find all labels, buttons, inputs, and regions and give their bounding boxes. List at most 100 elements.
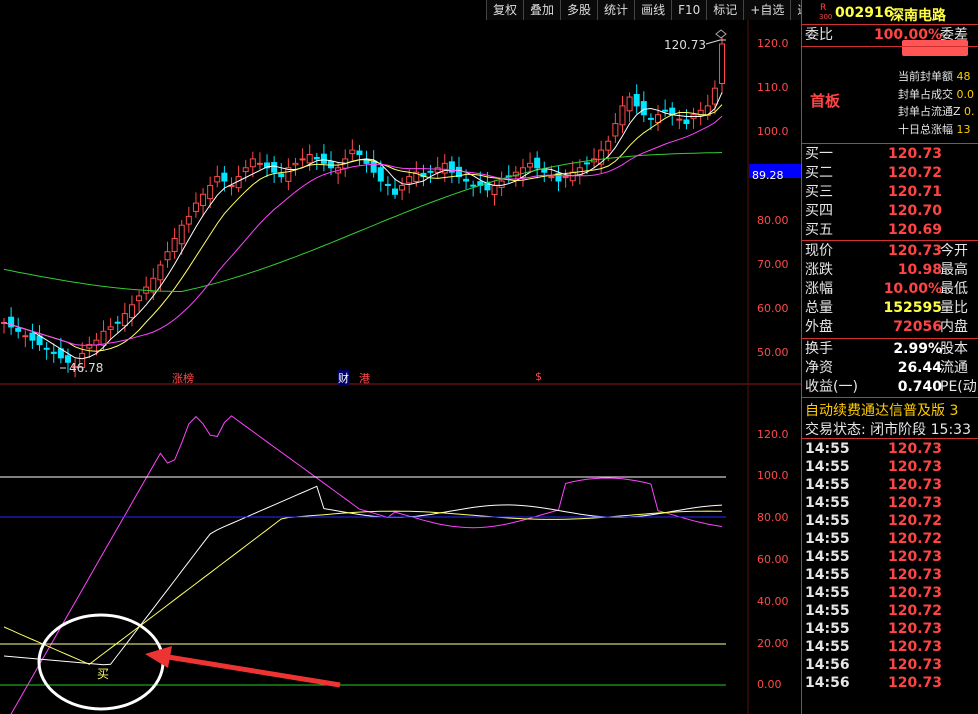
candle-body [128,304,135,318]
add-watchlist-button[interactable]: +自选 [743,0,791,20]
stat-row: 净资 26.44 流通 [805,360,968,376]
candle-body [249,158,256,168]
quote-panel: R 300 002916 深南电路 委比 100.00% 委差 首板 当前封单额… [801,0,978,714]
stock-name: 深南电路 [890,8,946,24]
candle-body [662,109,669,112]
tick-row: 14:55 120.73 [802,584,978,603]
f10-button[interactable]: F10 [671,0,707,20]
candle-body [711,87,718,105]
candle-body [15,327,22,332]
stat-row: 涨幅 10.00% 最低 [805,281,968,297]
tick-price: 120.73 [887,657,942,673]
tick-row: 14:55 120.72 [802,530,978,549]
candle-body [370,160,377,173]
candle-body [569,171,576,182]
tick-price: 120.73 [887,567,942,583]
tick-price: 120.73 [887,477,942,493]
candle-body [114,321,121,324]
candle-body [100,330,107,346]
price-axis-label: 110.0 [757,81,789,94]
candle-body [427,170,434,173]
indicator-axis-label: 120.0 [757,428,789,441]
candle-body [107,326,114,330]
weibi-bar [902,40,968,56]
stat-row: 涨跌 10.98 最高 [805,262,968,278]
high-price-label: 120.73 [664,38,706,52]
candle-body [29,332,36,341]
board-title: 首板 [810,92,841,110]
tick-time: 14:55 [805,639,850,655]
mark-button[interactable]: 标记 [706,0,744,20]
draw-line-button[interactable]: 画线 [634,0,672,20]
fuquan-button[interactable]: 复权 [486,0,524,20]
kline-chart-area[interactable] [0,0,801,714]
stock-code: 002916 [835,5,894,21]
board-item: 当前封单额 48 [898,70,971,83]
annotation-gang[interactable]: 港 [359,370,370,386]
candle-body [377,167,384,182]
tick-row: 14:55 120.72 [802,602,978,621]
candle-body [164,251,171,261]
candle-body [534,157,541,169]
stat-row: 换手 2.99% 股本 [805,341,968,357]
tick-price: 120.72 [887,531,942,547]
candle-body [676,118,683,121]
candle-body [292,162,299,166]
indicator-axis-label: 60.00 [757,553,789,566]
candle-body [349,149,356,155]
r-sub: 300 [819,13,833,21]
candle-body [43,347,50,350]
candle-body [399,184,406,191]
candle-body [121,313,128,327]
indicator-axis-label: 20.00 [757,637,789,650]
tick-time: 14:56 [805,657,850,673]
tick-time: 14:56 [805,675,850,691]
overlay-button[interactable]: 叠加 [523,0,561,20]
stats-button[interactable]: 统计 [597,0,635,20]
candle-body [647,117,654,120]
buy-level-row: 买三 120.71 [805,184,942,200]
buy-level-row: 买四 120.70 [805,203,942,219]
promo-link[interactable]: 自动续费通达信普及版 3 [805,400,958,420]
price-axis-label: 70.00 [757,258,789,271]
candle-body [633,93,640,107]
candle-body [391,188,398,195]
tick-row: 14:55 120.73 [802,476,978,495]
candle-body [150,277,157,293]
buy-level-row: 买五 120.69 [805,222,942,238]
tick-price: 120.73 [887,441,942,457]
trade-status: 交易状态: 闭市阶段 15:33 [805,422,971,438]
stat-row: 现价 120.73 今开 [805,243,968,259]
price-axis-label: 60.00 [757,302,789,315]
tick-row: 14:55 120.73 [802,620,978,639]
buy-level-row: 买二 120.72 [805,165,942,181]
tick-time: 14:55 [805,531,850,547]
candle-body [22,335,29,338]
low-price-label: 46.78 [69,361,104,375]
tick-time: 14:55 [805,459,850,475]
tick-time: 14:55 [805,513,850,529]
toolbar: 复权 叠加 多股 统计 画线 F10 标记 +自选 返回 [486,0,828,20]
candle-body [583,162,590,165]
r-badge: R [820,3,827,13]
candle-body [185,215,192,225]
candle-body [207,184,214,200]
tick-row: 14:55 120.73 [802,638,978,657]
tick-time: 14:55 [805,477,850,493]
candle-body [562,176,569,179]
annotation-cai[interactable]: 财 [338,370,349,386]
tick-row: 14:55 120.73 [802,494,978,513]
annotation-dollar[interactable]: $ [535,370,542,383]
stat-row: 总量 152595 量比 [805,300,968,316]
tick-row: 14:55 120.73 [802,440,978,459]
stat-row: 外盘 72056 内盘 [805,319,968,335]
tick-price: 120.73 [887,549,942,565]
candle-body [306,154,313,164]
annotation-zhangbang[interactable]: 涨榜 [172,370,194,386]
tick-row: 14:55 120.72 [802,512,978,531]
candle-body [278,173,285,178]
candle-body [683,119,690,125]
tick-row: 14:55 120.73 [802,566,978,585]
price-axis-label: 120.0 [757,37,789,50]
multi-stock-button[interactable]: 多股 [560,0,598,20]
